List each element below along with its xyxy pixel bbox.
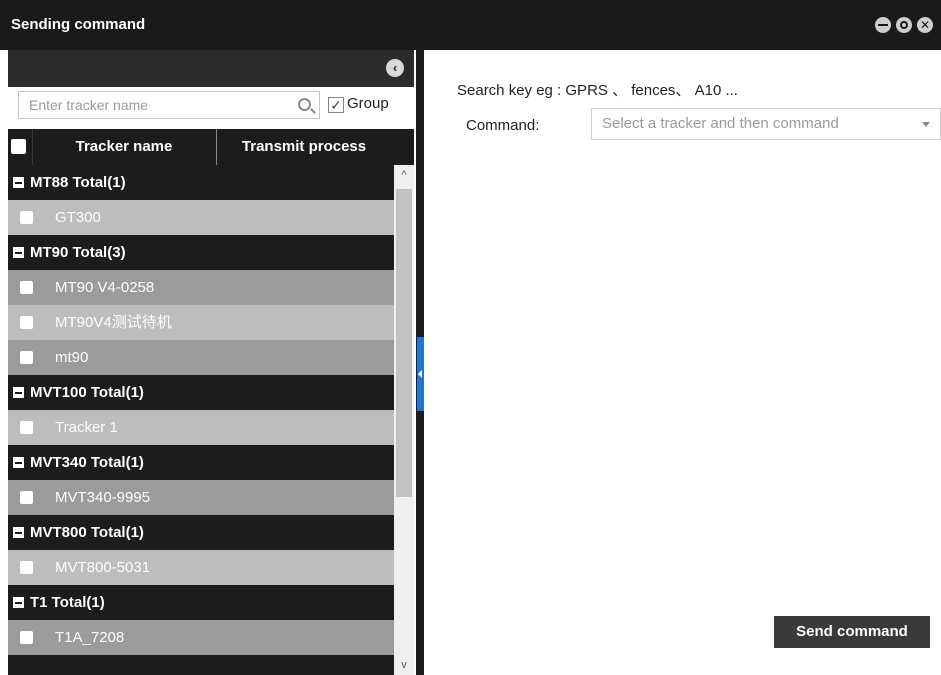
scroll-up-icon[interactable]: ^ <box>394 165 414 185</box>
group-row[interactable]: T1 Total(1) <box>8 585 394 620</box>
group-row[interactable]: MVT340 Total(1) <box>8 445 394 480</box>
collapse-group-icon[interactable] <box>13 177 24 188</box>
tracker-row[interactable]: mt90 <box>8 340 394 375</box>
tracker-search-row: ✓Group <box>8 87 414 129</box>
group-row[interactable]: MT88 Total(1) <box>8 165 394 200</box>
panel-splitter[interactable] <box>416 50 424 675</box>
command-panel: Search key eg : GPRS 、 fences、 A10 ... C… <box>424 50 941 675</box>
select-all-checkbox[interactable] <box>11 139 26 154</box>
search-icon[interactable] <box>298 98 311 111</box>
send-command-button[interactable]: Send command <box>774 616 930 648</box>
tracker-row[interactable]: MT90 V4-0258 <box>8 270 394 305</box>
search-key-hint: Search key eg : GPRS 、 fences、 A10 ... <box>457 82 738 99</box>
collapse-group-icon[interactable] <box>13 597 24 608</box>
tracker-checkbox[interactable] <box>20 631 33 644</box>
scroll-down-icon[interactable]: v <box>394 655 414 675</box>
command-select-placeholder: Select a tracker and then command <box>602 115 839 132</box>
title-bar: Sending command ✕ <box>0 0 941 50</box>
tracker-checkbox[interactable] <box>20 316 33 329</box>
collapse-panel-icon[interactable]: ‹ <box>386 59 404 77</box>
collapse-group-icon[interactable] <box>13 247 24 258</box>
splitter-collapse-handle[interactable] <box>417 337 424 411</box>
tracker-checkbox[interactable] <box>20 421 33 434</box>
tracker-list: MT88 Total(1) GT300 MT90 Total(3) MT90 V… <box>8 165 394 675</box>
close-icon[interactable]: ✕ <box>917 17 933 33</box>
group-label: MT90 Total(3) <box>30 244 126 261</box>
group-row[interactable]: MT90 Total(3) <box>8 235 394 270</box>
tracker-name: T1A_7208 <box>55 629 125 646</box>
tracker-name: Tracker 1 <box>55 419 118 436</box>
collapse-group-icon[interactable] <box>13 457 24 468</box>
group-toggle-label: Group <box>347 95 389 112</box>
tracker-panel-header: ‹ <box>8 50 414 87</box>
tracker-row[interactable]: GT300 <box>8 200 394 235</box>
tracker-name: mt90 <box>55 349 89 366</box>
tracker-checkbox[interactable] <box>20 351 33 364</box>
chevron-down-icon[interactable] <box>922 122 930 127</box>
tracker-row[interactable]: T1A_7208 <box>8 620 394 655</box>
tracker-row[interactable]: MVT340-9995 <box>8 480 394 515</box>
command-label: Command: <box>466 117 540 134</box>
tracker-name: MT90V4测试待机 <box>55 314 172 331</box>
group-row[interactable]: MVT800 Total(1) <box>8 515 394 550</box>
restore-icon[interactable] <box>896 17 912 33</box>
group-label: MVT800 Total(1) <box>30 524 144 541</box>
collapse-group-icon[interactable] <box>13 527 24 538</box>
group-label: MVT340 Total(1) <box>30 454 144 471</box>
tracker-search-input[interactable] <box>19 92 269 118</box>
tracker-name: MT90 V4-0258 <box>55 279 155 296</box>
tracker-name: MVT340-9995 <box>55 489 151 506</box>
group-checkbox[interactable]: ✓ <box>328 97 344 113</box>
tracker-row[interactable]: MVT800-5031 <box>8 550 394 585</box>
tracker-name: GT300 <box>55 209 101 226</box>
group-row[interactable]: MVT100 Total(1) <box>8 375 394 410</box>
tracker-table-header: Tracker name Transmit process <box>8 129 391 165</box>
tracker-checkbox[interactable] <box>20 211 33 224</box>
column-header-transmit-process[interactable]: Transmit process <box>216 129 391 165</box>
group-toggle[interactable]: ✓ Group <box>328 95 389 113</box>
group-label: T1 Total(1) <box>30 594 105 611</box>
collapse-group-icon[interactable] <box>13 387 24 398</box>
tracker-row[interactable]: MT90V4测试待机 <box>8 305 394 340</box>
tracker-search-box <box>18 91 320 119</box>
group-label: MT88 Total(1) <box>30 174 126 191</box>
minimize-icon[interactable] <box>875 17 891 33</box>
tracker-checkbox[interactable] <box>20 561 33 574</box>
tracker-checkbox[interactable] <box>20 491 33 504</box>
command-select[interactable]: Select a tracker and then command <box>591 108 941 140</box>
window-title: Sending command <box>11 16 146 33</box>
group-row-partial[interactable] <box>8 655 394 675</box>
tracker-checkbox[interactable] <box>20 281 33 294</box>
group-label: MVT100 Total(1) <box>30 384 144 401</box>
scroll-thumb[interactable] <box>396 189 412 497</box>
column-header-tracker-name[interactable]: Tracker name <box>32 129 215 165</box>
tracker-name: MVT800-5031 <box>55 559 151 576</box>
tracker-list-scrollbar[interactable]: ^ v <box>394 165 414 675</box>
tracker-panel: ‹ ✓Group Tracker name Transmit process M… <box>8 50 414 675</box>
header-scroll-spacer <box>391 129 414 165</box>
tracker-row[interactable]: Tracker 1 <box>8 410 394 445</box>
